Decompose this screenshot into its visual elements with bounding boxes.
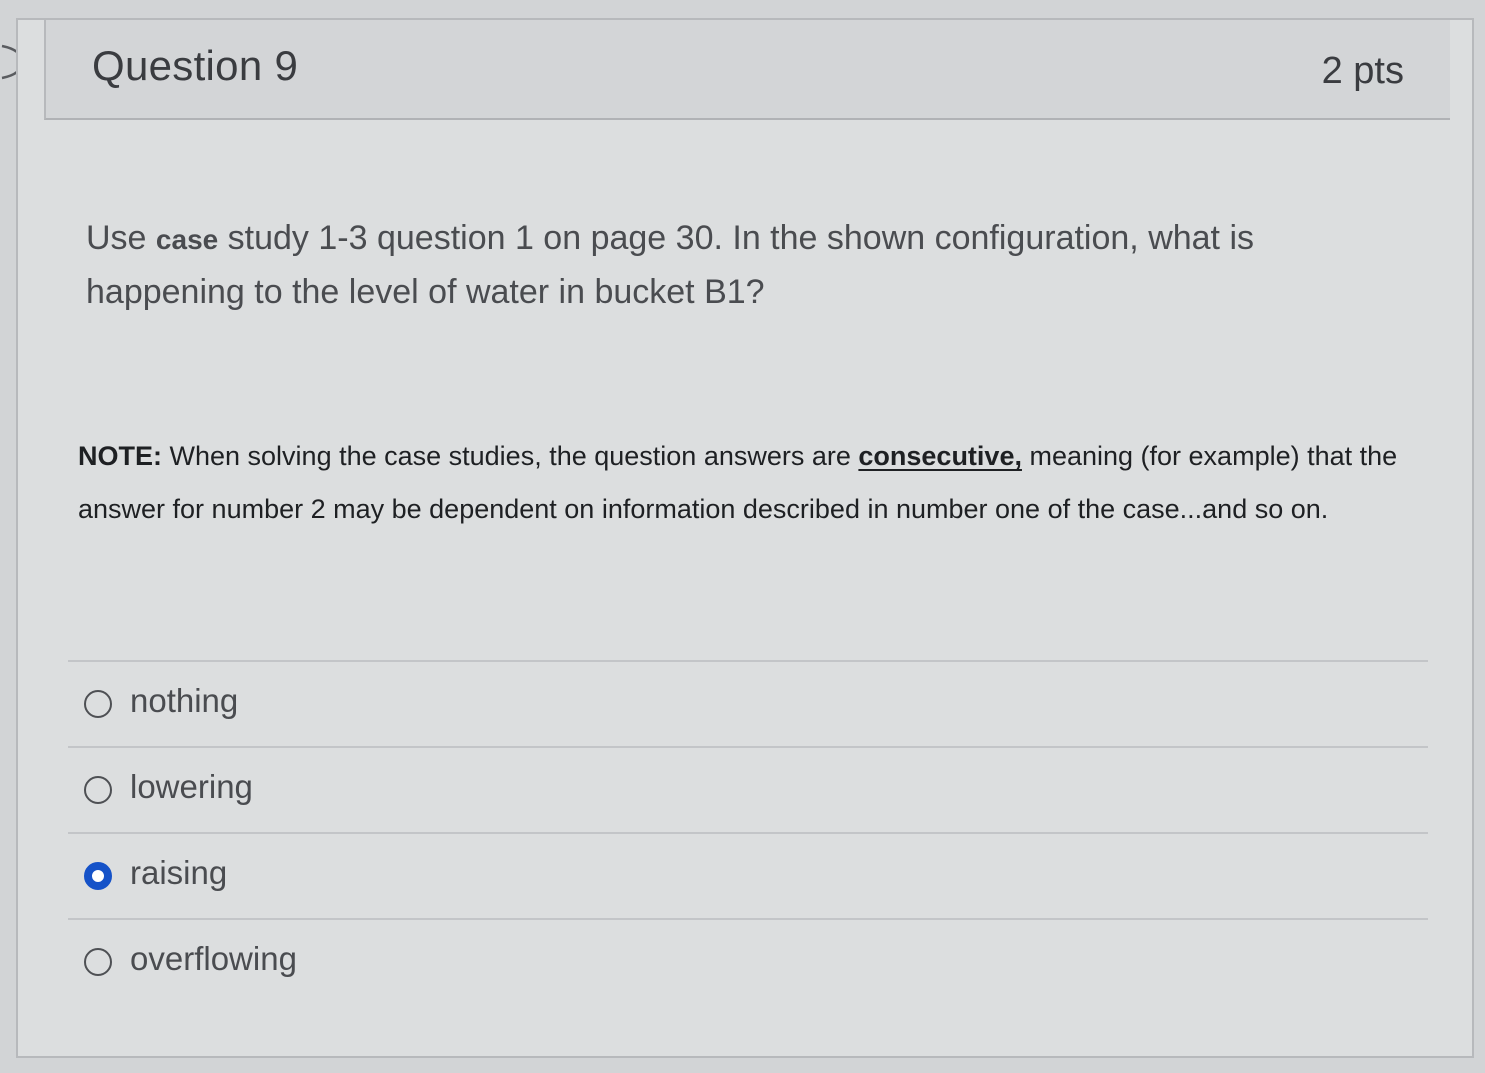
note-label: NOTE: [78, 441, 162, 471]
radio-button[interactable] [84, 776, 112, 804]
answer-option-raising[interactable]: raising [68, 832, 1428, 918]
question-card: Question 9 2 pts Use case study 1-3 ques… [16, 18, 1474, 1058]
note-text: NOTE: When solving the case studies, the… [78, 430, 1428, 536]
answer-option-lowering[interactable]: lowering [68, 746, 1428, 832]
question-text-case: case [155, 224, 219, 255]
answer-option-nothing[interactable]: nothing [68, 660, 1428, 746]
radio-button[interactable] [84, 690, 112, 718]
question-text-part2: study 1-3 question 1 on page 30. In the … [86, 219, 1255, 311]
answer-option-overflowing[interactable]: overflowing [68, 918, 1428, 1004]
radio-button-selected[interactable] [84, 862, 112, 890]
answer-label[interactable]: lowering [130, 768, 253, 806]
radio-button[interactable] [84, 948, 112, 976]
note-part1: When solving the case studies, the quest… [162, 441, 859, 471]
answer-label[interactable]: raising [130, 854, 227, 892]
question-text: Use case study 1-3 question 1 on page 30… [86, 212, 1346, 319]
answer-list: nothing lowering raising overflowing [68, 660, 1428, 1004]
answer-label[interactable]: nothing [130, 682, 238, 720]
note-emphasis: consecutive, [858, 441, 1022, 471]
question-text-part1: Use [86, 219, 156, 257]
answer-label[interactable]: overflowing [130, 940, 297, 978]
question-title: Question 9 [92, 42, 299, 89]
question-points: 2 pts [1321, 50, 1404, 92]
question-header: Question 9 2 pts [44, 20, 1450, 120]
